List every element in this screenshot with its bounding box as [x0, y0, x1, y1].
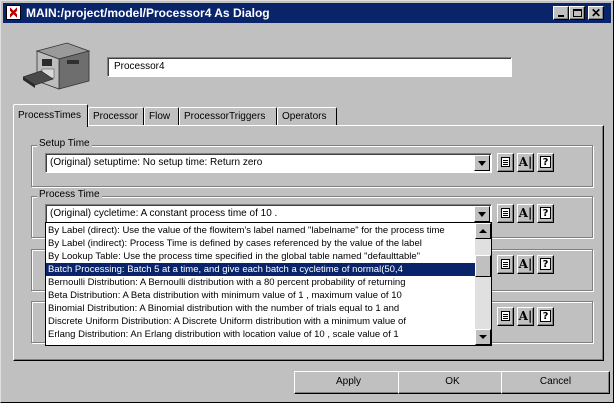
- app-icon: [6, 5, 21, 20]
- help-icon: ?: [540, 310, 551, 322]
- process-time-dropdown-list[interactable]: By Label (direct): Use the value of the …: [45, 222, 492, 346]
- text-a-icon: A|: [518, 206, 533, 220]
- list-item[interactable]: By Label (indirect): Process Time is def…: [46, 237, 476, 250]
- text-a-icon: A|: [518, 155, 533, 169]
- tab-processtimes[interactable]: ProcessTimes: [13, 104, 88, 127]
- object-name-field[interactable]: Processor4: [107, 57, 512, 77]
- text-a-icon: A|: [518, 257, 533, 271]
- maximize-icon: [573, 9, 582, 17]
- group3-edit-button[interactable]: [497, 255, 514, 274]
- process-time-value: (Original) cycletime: A constant process…: [50, 208, 278, 219]
- group3-template-button[interactable]: A|: [517, 255, 534, 274]
- process-time-dropdown-button[interactable]: [474, 206, 490, 222]
- dropdown-scrollbar[interactable]: [475, 223, 491, 345]
- list-item[interactable]: Binomial Distribution: A Binomial distri…: [46, 302, 476, 315]
- title-bar[interactable]: MAIN:/project/model/Processor4 As Dialog…: [3, 3, 611, 23]
- group4-edit-button[interactable]: [497, 307, 514, 326]
- scroll-thumb[interactable]: [475, 255, 491, 277]
- setup-time-label: Setup Time: [37, 138, 92, 149]
- scroll-up-arrow-icon[interactable]: [475, 223, 491, 239]
- maximize-button[interactable]: [569, 6, 585, 20]
- dialog-window: MAIN:/project/model/Processor4 As Dialog…: [0, 0, 614, 403]
- setup-time-combo[interactable]: (Original) setuptime: No setup time: Ret…: [45, 153, 492, 173]
- edit-code-icon: [501, 259, 510, 269]
- list-item-selected[interactable]: Batch Processing: Batch 5 at a time, and…: [46, 263, 476, 276]
- process-time-combo[interactable]: (Original) cycletime: A constant process…: [45, 204, 492, 224]
- setup-time-dropdown-button[interactable]: [474, 155, 490, 171]
- setup-time-value: (Original) setuptime: No setup time: Ret…: [50, 157, 263, 168]
- setup-time-edit-button[interactable]: [497, 153, 514, 172]
- help-icon: ?: [540, 207, 551, 219]
- minimize-button[interactable]: [553, 6, 569, 20]
- process-time-template-button[interactable]: A|: [517, 204, 534, 223]
- tab-processortriggers[interactable]: ProcessorTriggers: [179, 107, 277, 126]
- close-button[interactable]: ✕: [588, 6, 604, 20]
- tab-processor[interactable]: Processor: [88, 107, 144, 126]
- list-item[interactable]: Erlang Distribution: An Erlang distribut…: [46, 328, 476, 341]
- group3-help-button[interactable]: ?: [537, 255, 554, 274]
- scroll-down-arrow-icon[interactable]: [475, 329, 491, 345]
- help-icon: ?: [540, 156, 551, 168]
- help-icon: ?: [540, 258, 551, 270]
- apply-button[interactable]: Apply: [294, 371, 403, 394]
- process-time-label: Process Time: [37, 189, 102, 200]
- group4-template-button[interactable]: A|: [517, 307, 534, 326]
- cancel-button[interactable]: Cancel: [501, 371, 610, 394]
- process-time-edit-button[interactable]: [497, 204, 514, 223]
- list-item[interactable]: By Lookup Table: Use the process time sp…: [46, 250, 476, 263]
- minimize-icon: [558, 15, 564, 17]
- setup-time-template-button[interactable]: A|: [517, 153, 534, 172]
- ok-button[interactable]: OK: [398, 371, 507, 394]
- edit-code-icon: [501, 208, 510, 218]
- tab-flow[interactable]: Flow: [144, 107, 179, 126]
- text-a-icon: A|: [518, 309, 533, 323]
- edit-code-icon: [501, 311, 510, 321]
- list-item[interactable]: Beta Distribution: A Beta distribution w…: [46, 289, 476, 302]
- processor-machine-icon: [23, 42, 91, 90]
- list-item[interactable]: Discrete Uniform Distribution: A Discret…: [46, 315, 476, 328]
- edit-code-icon: [501, 157, 510, 167]
- window-title: MAIN:/project/model/Processor4 As Dialog: [26, 6, 270, 20]
- tab-operators[interactable]: Operators: [277, 107, 337, 126]
- list-item[interactable]: By Label (direct): Use the value of the …: [46, 224, 476, 237]
- list-item[interactable]: Bernoulli Distribution: A Bernoulli dist…: [46, 276, 476, 289]
- close-icon: ✕: [591, 6, 602, 20]
- group4-help-button[interactable]: ?: [537, 307, 554, 326]
- setup-time-help-button[interactable]: ?: [537, 153, 554, 172]
- process-time-help-button[interactable]: ?: [537, 204, 554, 223]
